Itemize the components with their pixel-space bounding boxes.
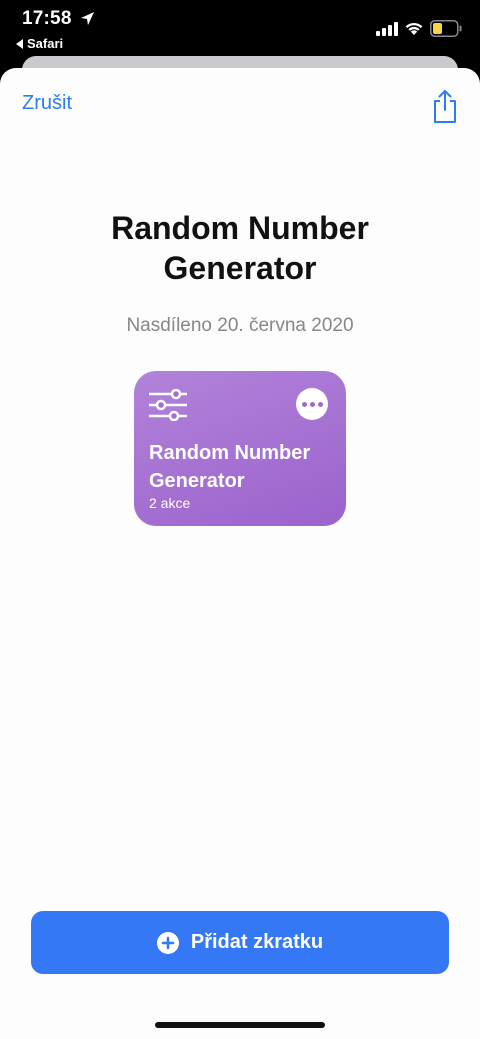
sliders-icon	[149, 389, 187, 421]
home-indicator	[155, 1022, 325, 1028]
card-shortcut-name: Random Number Generator	[149, 442, 311, 492]
shortcut-sheet: Zrušit Random Number Generator Nasdíleno…	[0, 68, 480, 1039]
status-time: 17:58	[22, 8, 72, 29]
shortcut-card[interactable]: Random Number Generator 2 akce	[134, 371, 346, 526]
card-action-count: 2 akce	[149, 495, 191, 511]
signal-icon	[376, 22, 398, 36]
back-app-label: Safari	[27, 36, 64, 51]
location-icon	[80, 11, 95, 26]
add-shortcut-button[interactable]: Přidat zkratku	[31, 911, 449, 974]
back-arrow-icon	[16, 38, 23, 49]
back-to-app-link[interactable]: Safari	[16, 36, 63, 51]
screen: 17:58 Safari Zrušit Random Number Genera…	[0, 0, 480, 1039]
cancel-button[interactable]: Zrušit	[22, 92, 72, 115]
add-shortcut-label: Přidat zkratku	[190, 931, 324, 953]
battery-icon	[430, 20, 462, 37]
more-icon[interactable]	[296, 388, 328, 420]
wifi-icon	[405, 22, 423, 35]
page-title: Random Number Generator	[111, 210, 369, 286]
share-icon[interactable]	[430, 88, 460, 124]
shared-date: Nasdíleno 20. června 2020	[126, 315, 354, 336]
status-bar: 17:58 Safari	[0, 0, 480, 56]
plus-icon	[156, 931, 179, 954]
